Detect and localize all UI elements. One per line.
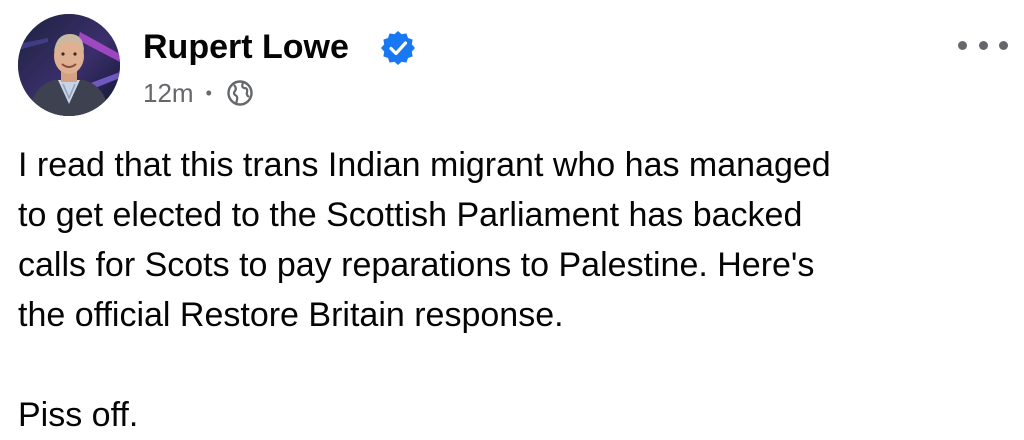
more-options-button[interactable] [958,30,1008,60]
post-body-line: to get elected to the Scottish Parliamen… [18,196,803,234]
globe-icon[interactable] [226,79,254,107]
post-body-paragraph: I read that this trans Indian migrant wh… [18,140,1008,340]
post-body: I read that this trans Indian migrant wh… [18,140,1008,440]
avatar-photo [18,14,120,116]
post-body-closing: Piss off. [18,396,139,434]
post-body-line: calls for Scots to pay reparations to Pa… [18,246,815,284]
more-options-icon [958,40,967,50]
more-options-icon [999,40,1008,50]
verified-badge-icon [381,31,415,65]
meta-separator: • [205,83,212,103]
post-timestamp[interactable]: 12m [143,78,194,109]
post-body-line: the official Restore Britain response. [18,296,564,334]
post-body-line: I read that this trans Indian migrant wh… [18,146,831,184]
social-post: Rupert Lowe 12m • I read that this trans… [0,0,1024,440]
author-avatar[interactable] [18,14,120,116]
more-options-icon [978,40,988,50]
author-name[interactable]: Rupert Lowe [143,27,349,67]
post-meta: 12m • [143,76,254,110]
